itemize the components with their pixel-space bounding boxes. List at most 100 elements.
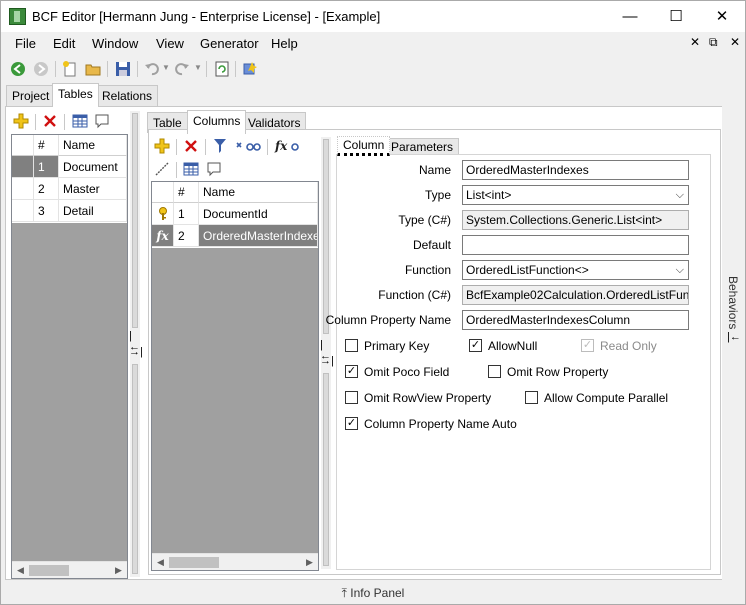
find-column-icon[interactable] [234, 138, 262, 154]
scroll-right-icon[interactable]: ▶ [110, 562, 127, 578]
primary-key-checkbox[interactable] [345, 339, 358, 352]
row-selector[interactable] [152, 203, 174, 225]
horizontal-scrollbar[interactable]: ◀ ▶ [152, 553, 318, 570]
save-icon[interactable] [115, 61, 131, 77]
omit-rowview-property-checkbox[interactable] [345, 391, 358, 404]
info-panel-label[interactable]: Info Panel [350, 586, 404, 600]
delete-table-icon[interactable] [42, 113, 58, 129]
maximize-button[interactable]: ☐ [653, 1, 699, 32]
splitter-bar-bottom[interactable] [323, 373, 329, 566]
mdi-close-child-icon[interactable]: ✕ [730, 35, 740, 49]
menu-generator[interactable]: Generator [200, 36, 259, 51]
omit-poco-field-label[interactable]: Omit Poco Field [364, 365, 449, 379]
tab-project[interactable]: Project [6, 85, 56, 106]
column-row-name[interactable]: OrderedMasterIndexes [199, 225, 318, 247]
middle-splitter[interactable]: |← →| [320, 137, 334, 569]
row-selector[interactable] [12, 156, 34, 178]
column-row-number[interactable]: 1 [174, 203, 199, 225]
tab-columns[interactable]: Columns [187, 110, 247, 134]
left-splitter[interactable]: |← →| [129, 111, 143, 577]
column-row-number[interactable]: 2 [174, 225, 199, 247]
row-selector[interactable] [12, 200, 34, 222]
chevron-down-icon[interactable]: ⌵ [676, 186, 684, 204]
allow-compute-parallel-label[interactable]: Allow Compute Parallel [544, 391, 668, 405]
scroll-left-icon[interactable]: ◀ [12, 562, 29, 578]
undo-dropdown-icon[interactable]: ▼ [162, 63, 170, 72]
minimize-button[interactable]: — [607, 1, 653, 32]
function-icon[interactable]: fx [152, 225, 174, 247]
redo-icon[interactable] [174, 61, 190, 77]
back-icon[interactable] [10, 61, 26, 77]
omit-row-property-checkbox[interactable] [488, 365, 501, 378]
table-row-number[interactable]: 1 [34, 156, 59, 178]
mdi-restore-icon[interactable]: ⧉ [709, 35, 718, 50]
tab-tables[interactable]: Tables [52, 83, 99, 107]
behaviors-label[interactable]: Behaviors [726, 276, 740, 329]
table-grid-icon[interactable] [72, 113, 88, 129]
pin-left-icon[interactable]: |← [727, 331, 741, 343]
comment-icon[interactable] [94, 113, 110, 129]
info-panel-bar[interactable]: ⤒ Info Panel [1, 584, 745, 604]
menu-file[interactable]: File [15, 36, 36, 51]
horizontal-scrollbar[interactable]: ◀ ▶ [12, 561, 127, 578]
filter-sort-icon[interactable] [212, 138, 228, 154]
table-row-number[interactable]: 3 [34, 200, 59, 222]
allow-null-checkbox[interactable]: ✓ [469, 339, 482, 352]
new-icon[interactable] [62, 61, 78, 77]
column-header-number[interactable]: # [174, 182, 199, 203]
column-property-name-auto-checkbox[interactable]: ✓ [345, 417, 358, 430]
allow-null-label[interactable]: AllowNull [488, 339, 537, 353]
scroll-thumb[interactable] [29, 565, 69, 576]
scroll-left-icon[interactable]: ◀ [152, 554, 169, 570]
column-row-name[interactable]: DocumentId [199, 203, 318, 225]
undo-icon[interactable] [144, 61, 160, 77]
column-property-name-auto-label[interactable]: Column Property Name Auto [364, 417, 517, 431]
allow-compute-parallel-checkbox[interactable] [525, 391, 538, 404]
splitter-bar-bottom[interactable] [132, 364, 138, 574]
scroll-right-icon[interactable]: ▶ [301, 554, 318, 570]
menu-window[interactable]: Window [92, 36, 138, 51]
link-icon[interactable] [154, 161, 170, 177]
menu-edit[interactable]: Edit [53, 36, 75, 51]
column-header-name[interactable]: Name [59, 135, 127, 156]
splitter-bar-top[interactable] [132, 113, 138, 328]
delete-column-icon[interactable] [183, 138, 199, 154]
table-row-name[interactable]: Document [59, 156, 127, 178]
menu-view[interactable]: View [156, 36, 184, 51]
chevron-down-icon[interactable]: ⌵ [676, 261, 684, 279]
mdi-close-icon[interactable]: ✕ [690, 35, 700, 49]
forward-icon[interactable] [33, 61, 49, 77]
default-input[interactable] [462, 235, 689, 255]
column-grid-icon[interactable] [183, 161, 199, 177]
menu-help[interactable]: Help [271, 36, 298, 51]
behaviors-side-panel[interactable]: Behaviors |← [722, 106, 745, 580]
open-icon[interactable] [85, 61, 101, 77]
tab-parameters[interactable]: Parameters [385, 138, 460, 155]
column-property-name-input[interactable]: OrderedMasterIndexesColumn [462, 310, 689, 330]
table-row-number[interactable]: 2 [34, 178, 59, 200]
omit-rowview-property-label[interactable]: Omit RowView Property [364, 391, 491, 405]
add-column-icon[interactable] [154, 138, 170, 154]
primary-key-label[interactable]: Primary Key [364, 339, 429, 353]
row-selector[interactable] [12, 178, 34, 200]
expand-right-icon[interactable]: →| [320, 356, 334, 367]
pin-up-icon[interactable]: ⤒ [342, 586, 347, 600]
type-select[interactable]: List<int> ⌵ [462, 185, 689, 205]
scroll-thumb[interactable] [169, 557, 219, 568]
omit-poco-field-checkbox[interactable]: ✓ [345, 365, 358, 378]
expand-right-icon[interactable]: →| [129, 347, 143, 358]
column-header-name[interactable]: Name [199, 182, 318, 203]
column-header-number[interactable]: # [34, 135, 59, 156]
column-comment-icon[interactable] [206, 161, 222, 177]
splitter-bar-top[interactable] [323, 139, 329, 334]
function-find-icon[interactable]: fx [274, 138, 302, 154]
close-button[interactable]: ✕ [699, 1, 745, 32]
function-select[interactable]: OrderedListFunction<> ⌵ [462, 260, 689, 280]
generate-icon[interactable] [242, 61, 258, 77]
add-table-icon[interactable] [13, 113, 29, 129]
tab-relations[interactable]: Relations [96, 85, 159, 106]
omit-row-property-label[interactable]: Omit Row Property [507, 365, 608, 379]
table-row-name[interactable]: Detail [59, 200, 127, 222]
name-input[interactable]: OrderedMasterIndexes [462, 160, 689, 180]
refresh-icon[interactable] [214, 61, 230, 77]
